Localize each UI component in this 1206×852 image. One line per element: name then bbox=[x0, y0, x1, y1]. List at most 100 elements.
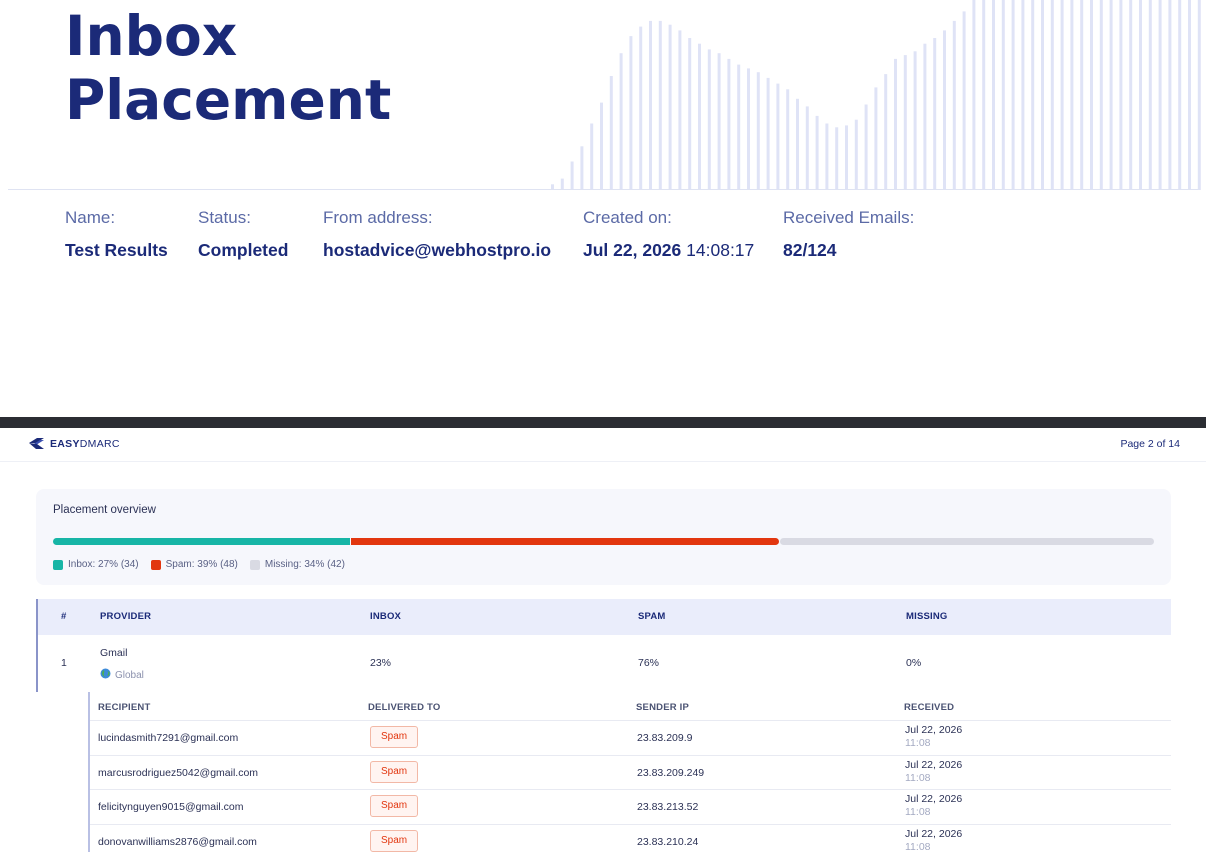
decor-bar bbox=[737, 64, 741, 190]
provider-row[interactable]: 1 Gmail Global 23% 76% 0% bbox=[36, 635, 1171, 692]
report-page-2: EASYDMARC Page 2 of 14 Placement overvie… bbox=[0, 428, 1206, 852]
page-header: EASYDMARC Page 2 of 14 bbox=[0, 428, 1206, 462]
received-time: 11:08 bbox=[905, 771, 931, 784]
decor-bar bbox=[570, 161, 574, 190]
decor-bar bbox=[845, 125, 848, 190]
logo-text-rest: DMARC bbox=[79, 437, 120, 450]
meta-from-label: From address: bbox=[323, 208, 433, 227]
decor-bar bbox=[1090, 0, 1093, 190]
received-date: Jul 22, 2026 bbox=[905, 724, 963, 736]
decor-bar bbox=[1148, 0, 1152, 190]
decor-bar bbox=[992, 0, 995, 190]
decor-bar bbox=[1080, 0, 1084, 190]
header-recipient: RECIPIENT bbox=[98, 702, 151, 713]
meta-received: Received Emails: 82/124 bbox=[783, 208, 914, 261]
legend-inbox-swatch bbox=[53, 559, 63, 570]
decor-bar bbox=[619, 53, 623, 190]
recipient-email: lucindasmith7291@gmail.com bbox=[98, 732, 239, 744]
placement-bar-spam bbox=[350, 538, 780, 545]
logo-icon bbox=[29, 438, 44, 449]
decor-bar bbox=[600, 102, 603, 190]
decor-bar bbox=[590, 123, 594, 190]
decor-bar bbox=[884, 74, 888, 190]
received-time: 11:08 bbox=[905, 840, 931, 852]
recipient-row[interactable]: marcusrodriguez5042@gmail.com Spam 23.83… bbox=[90, 756, 1171, 790]
decor-bar bbox=[678, 30, 682, 190]
delivered-badge-spam: Spam bbox=[370, 760, 419, 783]
decor-bar bbox=[815, 115, 819, 190]
meta-from-value: hostadvice@webhostpro.io bbox=[323, 240, 552, 260]
provider-num: 1 bbox=[61, 657, 67, 669]
legend-missing-swatch bbox=[249, 559, 260, 570]
meta-status-value: Completed bbox=[198, 240, 289, 260]
sender-ip: 23.83.210.24 bbox=[637, 835, 699, 848]
legend-missing-label: Missing: 34% (42) bbox=[264, 559, 345, 570]
decor-bar bbox=[1109, 0, 1113, 190]
received-timestamp: Jul 22, 2026 11:08 bbox=[905, 759, 962, 785]
decor-bar bbox=[1060, 0, 1064, 190]
decor-bar bbox=[766, 77, 770, 190]
decor-bar bbox=[776, 83, 780, 190]
provider-table-header: # PROVIDER INBOX SPAM MISSING bbox=[36, 599, 1171, 635]
meta-from: From address: hostadvice@webhostpro.io bbox=[323, 208, 551, 261]
sender-ip: 23.83.213.52 bbox=[637, 801, 699, 813]
received-date: Jul 22, 2026 bbox=[905, 827, 963, 840]
decor-bar bbox=[1050, 0, 1054, 190]
meta-status-label: Status: bbox=[198, 208, 251, 227]
decor-bar bbox=[1129, 0, 1133, 190]
recipient-row[interactable]: donovanwilliams2876@gmail.com Spam 23.83… bbox=[90, 825, 1171, 852]
received-timestamp: Jul 22, 2026 11:08 bbox=[905, 724, 962, 750]
decor-bar bbox=[854, 119, 858, 190]
received-time: 11:08 bbox=[905, 806, 931, 818]
meta-created-label: Created on: bbox=[583, 208, 672, 227]
decor-bar bbox=[1021, 0, 1025, 190]
provider-region-label: Global bbox=[115, 670, 144, 681]
provider-inbox-pct: 23% bbox=[370, 657, 392, 669]
header-spam: SPAM bbox=[638, 611, 666, 622]
meta-created: Created on: Jul 22, 2026 14:08:17 bbox=[583, 208, 754, 261]
placement-bar-missing bbox=[780, 538, 1154, 545]
decor-bar bbox=[874, 87, 878, 190]
header-sender-ip: SENDER IP bbox=[636, 702, 690, 713]
placement-overview-card: Placement overview Inbox: 27% (34) Spam:… bbox=[36, 489, 1171, 585]
decor-bar bbox=[1158, 0, 1162, 190]
received-date: Jul 22, 2026 bbox=[905, 793, 963, 805]
legend-inbox-label: Inbox: 27% (34) bbox=[68, 559, 139, 570]
header-missing: MISSING bbox=[906, 611, 948, 622]
received-date: Jul 22, 2026 bbox=[905, 758, 963, 771]
decorative-bar-pattern bbox=[551, 0, 1201, 190]
header-provider: PROVIDER bbox=[100, 611, 152, 622]
provider-region: Global bbox=[100, 665, 144, 683]
decor-bar bbox=[698, 43, 701, 190]
recipient-row[interactable]: felicitynguyen9015@gmail.com Spam 23.83.… bbox=[90, 790, 1171, 825]
decor-bar bbox=[649, 20, 652, 190]
header-num: # bbox=[61, 611, 67, 622]
decor-bar bbox=[668, 24, 672, 190]
meta-name: Name: Test Results bbox=[65, 208, 168, 261]
decor-bar bbox=[835, 127, 839, 190]
decor-bar bbox=[688, 38, 692, 190]
logo-text-bold: EASY bbox=[50, 437, 80, 450]
recipient-table: RECIPIENT DELIVERED TO SENDER IP RECEIVE… bbox=[88, 692, 1171, 852]
provider-missing-pct: 0% bbox=[906, 657, 922, 669]
legend-missing: Missing: 34% (42) bbox=[249, 559, 345, 570]
page-separator bbox=[0, 417, 1206, 428]
header-received: RECEIVED bbox=[904, 702, 955, 713]
decor-bar bbox=[1011, 0, 1015, 190]
decor-bar bbox=[962, 11, 966, 190]
logo-text: EASYDMARC bbox=[50, 438, 120, 450]
decor-bar bbox=[825, 123, 829, 190]
decor-bar bbox=[923, 43, 927, 190]
meta-received-label: Received Emails: bbox=[783, 208, 915, 227]
recipient-row[interactable]: lucindasmith7291@gmail.com Spam 23.83.20… bbox=[90, 721, 1171, 756]
provider-spam-pct: 76% bbox=[638, 657, 660, 669]
decor-bar bbox=[629, 36, 633, 190]
decor-bar bbox=[580, 146, 584, 190]
decor-bar bbox=[1188, 0, 1191, 190]
recipient-table-header: RECIPIENT DELIVERED TO SENDER IP RECEIVE… bbox=[90, 692, 1171, 721]
meta-created-date: Jul 22, 2026 bbox=[583, 240, 682, 260]
page-number: Page 2 of 14 bbox=[1120, 438, 1180, 450]
report-cover: Inbox Placement Name: Test Results Statu… bbox=[0, 0, 1206, 417]
meta-name-value: Test Results bbox=[65, 240, 168, 260]
placement-bar bbox=[53, 538, 1154, 545]
